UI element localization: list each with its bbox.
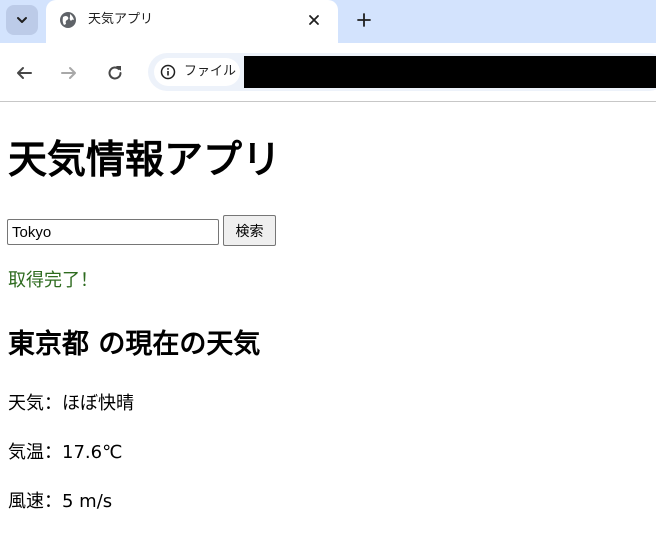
site-info-chip[interactable]: ファイル — [154, 58, 240, 86]
browser-tab-active[interactable]: 天気アプリ — [46, 0, 338, 43]
reload-icon — [108, 66, 122, 80]
tab-search-button[interactable] — [6, 5, 38, 35]
weather-heading: 東京都 の現在の天気 — [8, 329, 261, 360]
globe-icon — [60, 12, 76, 28]
weather-wind-speed: 風速：5 m/s — [8, 491, 113, 512]
browser-toolbar: ファイル — [0, 43, 656, 102]
tab-close-button[interactable] — [304, 10, 324, 30]
address-bar[interactable]: ファイル — [148, 53, 656, 91]
search-button[interactable]: 検索 — [223, 215, 276, 246]
forward-button[interactable] — [58, 62, 80, 84]
info-icon — [160, 64, 176, 80]
page-title: 天気情報アプリ — [8, 138, 282, 183]
weather-temperature: 気温：17.6℃ — [8, 442, 123, 463]
url-text-redacted[interactable] — [244, 56, 656, 88]
weather-condition: 天気：ほぼ快晴 — [8, 393, 134, 414]
back-button[interactable] — [13, 62, 35, 84]
new-tab-button[interactable] — [352, 8, 376, 32]
browser-tabstrip: 天気アプリ — [0, 0, 656, 43]
city-search-input[interactable] — [7, 219, 219, 245]
forward-arrow-icon — [61, 67, 76, 79]
site-chip-label: ファイル — [184, 64, 237, 79]
close-icon — [309, 15, 319, 25]
plus-icon — [357, 13, 371, 27]
page-content: 天気情報アプリ 検索 取得完了！ 東京都 の現在の天気 天気：ほぼ快晴 気温：1… — [0, 102, 656, 540]
chevron-down-icon — [17, 17, 27, 23]
status-message: 取得完了！ — [8, 270, 98, 291]
tab-title: 天気アプリ — [88, 12, 154, 27]
back-arrow-icon — [17, 67, 32, 79]
reload-button[interactable] — [104, 62, 126, 84]
